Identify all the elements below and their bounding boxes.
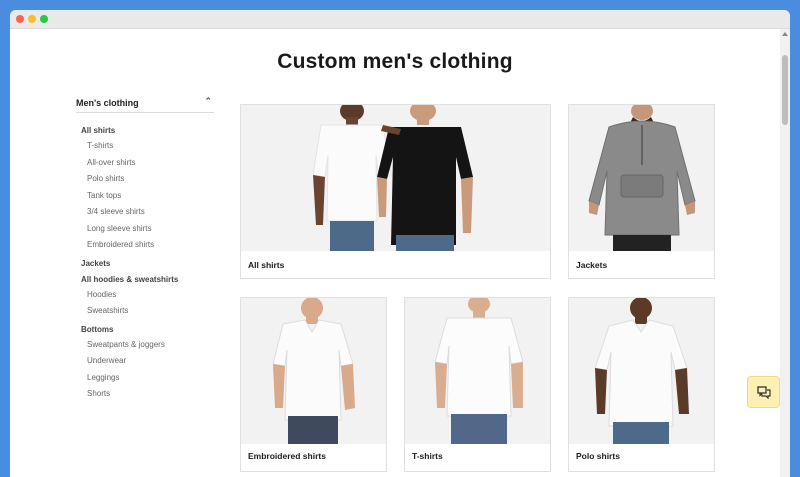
jackets-image [569, 105, 714, 251]
sidebar-item-tank-tops[interactable]: Tank tops [87, 191, 121, 200]
card-label: Embroidered shirts [248, 451, 326, 461]
sidebar-item-three-quarter-sleeve[interactable]: 3/4 sleeve shirts [87, 207, 145, 216]
polo-shirts-image [569, 298, 714, 444]
title-bar [10, 10, 790, 29]
category-card-embroidered-shirts[interactable]: Embroidered shirts [240, 297, 387, 472]
sidebar-heading-label: Men's clothing [76, 98, 139, 108]
embroidered-shirts-image [241, 298, 386, 444]
sidebar-item-sweatpants-joggers[interactable]: Sweatpants & joggers [87, 340, 165, 349]
page-title: Custom men's clothing [277, 50, 513, 73]
sidebar-item-bottoms[interactable]: Bottoms [81, 325, 113, 334]
sidebar-item-underwear[interactable]: Underwear [87, 356, 126, 365]
sidebar-item-leggings[interactable]: Leggings [87, 373, 119, 382]
minimize-window-dot[interactable] [28, 15, 36, 23]
browser-window: Custom men's clothing Men's clothing ⌃ A… [10, 10, 790, 477]
category-card-all-shirts[interactable]: All shirts [240, 104, 551, 279]
card-label: All shirts [248, 260, 285, 270]
card-label: T-shirts [412, 451, 443, 461]
category-card-t-shirts[interactable]: T-shirts [404, 297, 551, 472]
chevron-up-icon[interactable]: ⌃ [204, 96, 212, 107]
card-label: Polo shirts [576, 451, 620, 461]
sidebar-item-t-shirts[interactable]: T-shirts [87, 141, 113, 150]
category-card-jackets[interactable]: Jackets [568, 104, 715, 279]
card-label: Jackets [576, 260, 608, 270]
t-shirts-image [405, 298, 550, 444]
chat-button[interactable] [747, 376, 780, 408]
sidebar-heading[interactable]: Men's clothing ⌃ [76, 90, 214, 113]
sidebar-item-hoodies[interactable]: Hoodies [87, 290, 116, 299]
category-card-polo-shirts[interactable]: Polo shirts [568, 297, 715, 472]
all-shirts-image [241, 105, 550, 251]
sidebar-item-embroidered-shirts[interactable]: Embroidered shirts [87, 240, 154, 249]
sidebar-item-sweatshirts[interactable]: Sweatshirts [87, 306, 128, 315]
sidebar-item-jackets[interactable]: Jackets [81, 259, 110, 268]
scroll-thumb[interactable] [782, 55, 788, 125]
page-content: Custom men's clothing Men's clothing ⌃ A… [10, 29, 780, 477]
sidebar-item-shorts[interactable]: Shorts [87, 389, 110, 398]
sidebar-item-all-over-shirts[interactable]: All-over shirts [87, 158, 135, 167]
scroll-up-arrow-icon[interactable] [782, 32, 788, 36]
sidebar-item-polo-shirts[interactable]: Polo shirts [87, 174, 124, 183]
sidebar-item-hoodies-sweatshirts[interactable]: All hoodies & sweatshirts [81, 275, 178, 284]
maximize-window-dot[interactable] [40, 15, 48, 23]
close-window-dot[interactable] [16, 15, 24, 23]
chat-bubbles-icon [757, 386, 771, 399]
vertical-scrollbar[interactable] [780, 29, 790, 477]
sidebar-item-long-sleeve[interactable]: Long sleeve shirts [87, 224, 151, 233]
sidebar-item-all-shirts[interactable]: All shirts [81, 126, 115, 135]
